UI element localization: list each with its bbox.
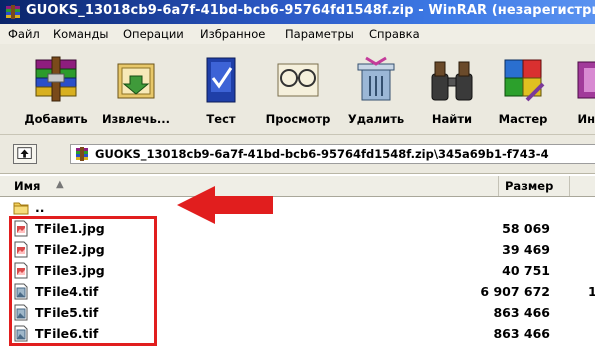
extract-icon	[117, 63, 155, 99]
menu-options[interactable]: Параметры	[285, 27, 354, 41]
column-divider[interactable]	[498, 176, 499, 196]
up-arrow-icon	[17, 147, 32, 159]
add-archive-icon	[35, 56, 77, 102]
column-size-header[interactable]: Размер	[505, 179, 553, 193]
tif-file-icon	[14, 304, 28, 321]
file-size: 863 466	[493, 305, 550, 320]
add-button[interactable]: Добавить	[16, 44, 96, 132]
info-label: Инфо	[577, 112, 595, 126]
up-folder-button[interactable]	[13, 144, 37, 164]
table-row[interactable]: TFile3.jpg 40 751	[0, 260, 595, 281]
file-size: 58 069	[502, 221, 550, 236]
file-name: TFile5.tif	[35, 305, 99, 320]
table-row[interactable]: TFile4.tif 6 907 672 1	[0, 281, 595, 302]
tif-file-icon	[14, 283, 28, 300]
menu-bar: Файл Команды Операции Избранное Параметр…	[0, 24, 595, 44]
archive-path-text: GUOKS_13018cb9-6a7f-41bd-bcb6-95764fd154…	[95, 147, 549, 161]
red-arrow-icon	[177, 186, 273, 224]
sort-ascending-icon: ▲	[56, 179, 64, 190]
file-name: TFile4.tif	[35, 284, 99, 299]
column-name-header[interactable]: Имя	[14, 179, 40, 193]
file-size: 6 907 672	[480, 284, 550, 299]
menu-favorites[interactable]: Избранное	[200, 27, 265, 41]
table-row[interactable]: TFile6.tif 863 466	[0, 323, 595, 344]
file-size: 863 466	[493, 326, 550, 341]
winrar-window: GUOKS_13018cb9-6a7f-41bd-bcb6-95764fd154…	[0, 0, 595, 350]
archive-path-field[interactable]: GUOKS_13018cb9-6a7f-41bd-bcb6-95764fd154…	[70, 144, 595, 164]
wizard-icon	[504, 59, 545, 102]
archive-icon	[76, 147, 88, 161]
folder-icon	[13, 202, 29, 215]
jpg-file-icon	[14, 262, 28, 279]
jpg-file-icon	[14, 241, 28, 258]
table-row[interactable]: TFile5.tif 863 466	[0, 302, 595, 323]
parent-folder-row[interactable]: ..	[0, 197, 595, 218]
menu-file[interactable]: Файл	[8, 27, 40, 41]
parent-folder-name: ..	[35, 200, 45, 215]
info-button[interactable]: Инфо	[556, 44, 595, 132]
file-extra-value: 1	[588, 284, 595, 299]
file-size: 39 469	[502, 242, 550, 257]
file-list: .. TFile1.jpg 58 069 TFile2.jpg 39 469 T…	[0, 197, 595, 350]
tif-file-icon	[14, 325, 28, 342]
file-size: 40 751	[502, 263, 550, 278]
jpg-file-icon	[14, 220, 28, 237]
path-bar: GUOKS_13018cb9-6a7f-41bd-bcb6-95764fd154…	[0, 135, 595, 174]
menu-operations[interactable]: Операции	[123, 27, 184, 41]
extract-button[interactable]: Извлечь...	[96, 44, 176, 132]
view-icon	[277, 63, 319, 97]
title-bar[interactable]: GUOKS_13018cb9-6a7f-41bd-bcb6-95764fd154…	[0, 0, 595, 24]
menu-commands[interactable]: Команды	[53, 27, 108, 41]
column-divider[interactable]	[569, 176, 570, 196]
file-name: TFile6.tif	[35, 326, 99, 341]
file-name: TFile3.jpg	[35, 263, 105, 278]
test-icon	[206, 57, 236, 103]
window-title: GUOKS_13018cb9-6a7f-41bd-bcb6-95764fd154…	[26, 3, 595, 18]
find-icon	[431, 61, 473, 101]
file-name: TFile2.jpg	[35, 242, 105, 257]
winrar-app-icon	[6, 5, 20, 19]
file-list-header: Имя ▲ Размер	[0, 176, 595, 197]
table-row[interactable]: TFile2.jpg 39 469	[0, 239, 595, 260]
menu-help[interactable]: Справка	[369, 27, 420, 41]
info-icon	[577, 61, 595, 99]
toolbar: Добавить Извлечь... Тест Просмотр Удалит…	[0, 44, 595, 135]
table-row[interactable]: TFile1.jpg 58 069	[0, 218, 595, 239]
delete-icon	[357, 56, 395, 101]
file-name: TFile1.jpg	[35, 221, 105, 236]
